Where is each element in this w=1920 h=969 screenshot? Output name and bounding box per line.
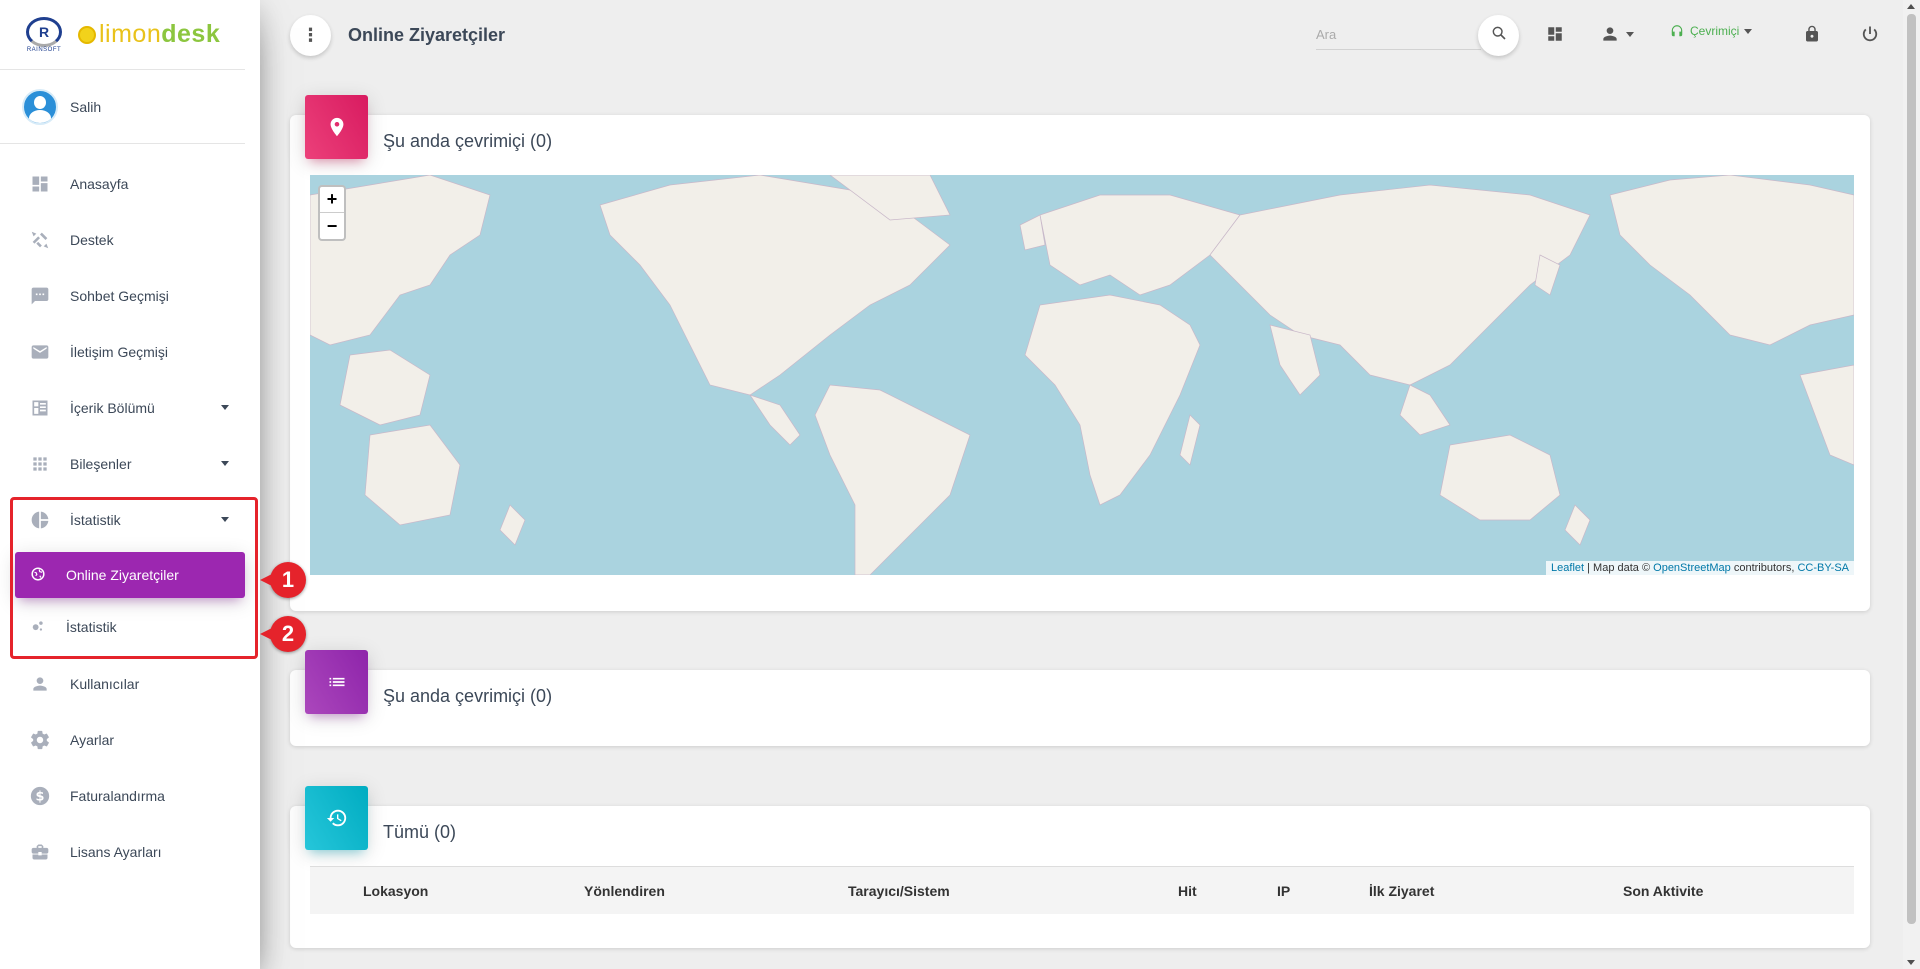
- page-scrollbar[interactable]: [1903, 0, 1920, 969]
- sidebar-item-bilesenler[interactable]: Bileşenler: [0, 436, 260, 492]
- sidebar-item-anasayfa[interactable]: Anasayfa: [0, 156, 260, 212]
- gear-icon: [28, 728, 52, 752]
- headset-icon: [1671, 25, 1683, 37]
- sidebar-item-destek[interactable]: Destek: [0, 212, 260, 268]
- sidebar-nav-lower: Kullanıcılar Ayarlar $ Faturalandırma Li…: [0, 656, 260, 880]
- sidebar-item-icerik-bolumu[interactable]: İçerik Bölümü: [0, 380, 260, 436]
- logout-button[interactable]: [1860, 22, 1880, 46]
- lemon-icon: [78, 25, 96, 44]
- person-icon: [1603, 27, 1617, 41]
- chevron-down-icon: [221, 461, 229, 466]
- user-menu-button[interactable]: [1600, 22, 1634, 46]
- briefcase-icon: [28, 840, 52, 864]
- card-icon-badge: [305, 650, 368, 714]
- status-dropdown[interactable]: Çevrimiçi: [1670, 24, 1753, 38]
- location-pin-icon: [330, 117, 343, 137]
- search-input[interactable]: [1316, 20, 1481, 48]
- chevron-down-icon: [1744, 28, 1753, 34]
- limondesk-wordmark: limon desk: [78, 20, 220, 49]
- all-visitors-card: Tümü (0) Lokasyon Yönlendiren Tarayıcı/S…: [290, 786, 1870, 948]
- column-header[interactable]: Tarayıcı/Sistem: [848, 883, 950, 899]
- dashboard-icon: [28, 172, 52, 196]
- map-attribution: Leaflet | Map data © OpenStreetMap contr…: [1546, 561, 1854, 575]
- search-button[interactable]: [1478, 15, 1519, 56]
- column-header[interactable]: Yönlendiren: [584, 883, 665, 899]
- lock-button[interactable]: [1803, 22, 1821, 46]
- scroll-thumb[interactable]: [1907, 14, 1916, 924]
- column-header[interactable]: IP: [1277, 883, 1290, 899]
- card-title: Tümü (0): [383, 822, 457, 842]
- pie-chart-icon: [28, 508, 52, 532]
- sidebar-item-sohbet-gecmisi[interactable]: Sohbet Geçmişi: [0, 268, 260, 324]
- world-map-tiles: [310, 175, 1854, 575]
- column-header[interactable]: Lokasyon: [363, 883, 428, 899]
- svg-text:$: $: [36, 790, 45, 805]
- visitors-table-header: Lokasyon Yönlendiren Tarayıcı/Sistem Hit…: [310, 866, 1854, 914]
- person-icon: [28, 672, 52, 696]
- rainsoft-logo-icon: R RAINSOFT: [22, 15, 66, 55]
- content-icon: [28, 396, 52, 420]
- sidebar-item-iletisim-gecmisi[interactable]: İletişim Geçmişi: [0, 324, 260, 380]
- leaflet-link[interactable]: Leaflet: [1551, 562, 1584, 574]
- sidebar-item-ayarlar[interactable]: Ayarlar: [0, 712, 260, 768]
- page-title: Online Ziyaretçiler: [348, 24, 506, 45]
- card-icon-badge: [305, 786, 368, 850]
- avatar: [22, 88, 58, 125]
- column-header[interactable]: İlk Ziyaret: [1369, 883, 1434, 899]
- scroll-up-arrow[interactable]: [1907, 4, 1915, 9]
- license-link[interactable]: CC-BY-SA: [1797, 562, 1849, 574]
- status-label: Çevrimiçi: [1690, 24, 1740, 38]
- more-vert-icon: ⋮: [301, 24, 320, 45]
- search-icon: [1491, 25, 1507, 46]
- lock-icon: [1806, 25, 1818, 42]
- support-icon: [28, 228, 52, 252]
- chat-icon: [28, 284, 52, 308]
- callout-1: 1: [260, 562, 306, 598]
- chevron-down-icon: [1626, 31, 1634, 37]
- sidebar-item-kullanicilar[interactable]: Kullanıcılar: [0, 656, 260, 712]
- user-profile[interactable]: Salih: [0, 70, 245, 144]
- dollar-icon: $: [28, 784, 52, 808]
- column-header[interactable]: Hit: [1178, 883, 1197, 899]
- sidebar-item-faturalandirma[interactable]: $ Faturalandırma: [0, 768, 260, 824]
- sidebar-item-istatistik[interactable]: İstatistik: [0, 492, 260, 548]
- online-list-card: Şu anda çevrimiçi (0): [290, 650, 1870, 746]
- sidebar: R RAINSOFT limon desk Salih Anasayfa Dest…: [0, 0, 260, 969]
- user-name: Salih: [70, 98, 102, 115]
- brand-logo[interactable]: R RAINSOFT limon desk: [0, 0, 245, 70]
- main-content: Şu anda çevrimiçi (0) + − Leaflet | Map …: [260, 70, 1900, 969]
- mail-icon: [28, 340, 52, 364]
- bubbles-icon: [28, 619, 48, 636]
- power-icon: [1862, 26, 1878, 42]
- globe-icon: [28, 566, 48, 584]
- card-icon-badge: [305, 95, 368, 159]
- column-header[interactable]: Son Aktivite: [1623, 883, 1703, 899]
- card-title: Şu anda çevrimiçi (0): [383, 131, 553, 151]
- chevron-down-icon: [221, 405, 229, 410]
- menu-toggle-button[interactable]: ⋮: [290, 14, 331, 56]
- zoom-in-button[interactable]: +: [320, 187, 344, 213]
- apps-icon: [28, 452, 52, 476]
- topbar: ⋮ Online Ziyaretçiler Çevrimiçi: [260, 0, 1900, 70]
- callout-2: 2: [260, 616, 306, 652]
- map-zoom-control: + −: [318, 185, 346, 241]
- scroll-down-arrow[interactable]: [1907, 960, 1915, 965]
- sidebar-nav: Anasayfa Destek Sohbet Geçmişi İletişim …: [0, 156, 260, 548]
- search-field: [1316, 20, 1481, 50]
- world-map[interactable]: + − Leaflet | Map data © OpenStreetMap c…: [310, 175, 1854, 575]
- chevron-down-icon: [221, 517, 229, 522]
- osm-link[interactable]: OpenStreetMap: [1653, 562, 1731, 574]
- card-title: Şu anda çevrimiçi (0): [383, 686, 553, 706]
- history-icon: [326, 809, 346, 827]
- zoom-out-button[interactable]: −: [320, 213, 344, 239]
- dashboard-icon: [1548, 27, 1562, 41]
- list-icon: [329, 677, 344, 687]
- online-map-card: Şu anda çevrimiçi (0) + − Leaflet | Map …: [290, 95, 1870, 611]
- istatistik-submenu: Online Ziyaretçiler İstatistik: [0, 552, 260, 650]
- sidebar-subitem-online-ziyaretciler[interactable]: Online Ziyaretçiler: [15, 552, 245, 598]
- dashboard-button[interactable]: [1546, 22, 1564, 46]
- sidebar-subitem-istatistik[interactable]: İstatistik: [15, 604, 245, 650]
- sidebar-item-lisans-ayarlari[interactable]: Lisans Ayarları: [0, 824, 260, 880]
